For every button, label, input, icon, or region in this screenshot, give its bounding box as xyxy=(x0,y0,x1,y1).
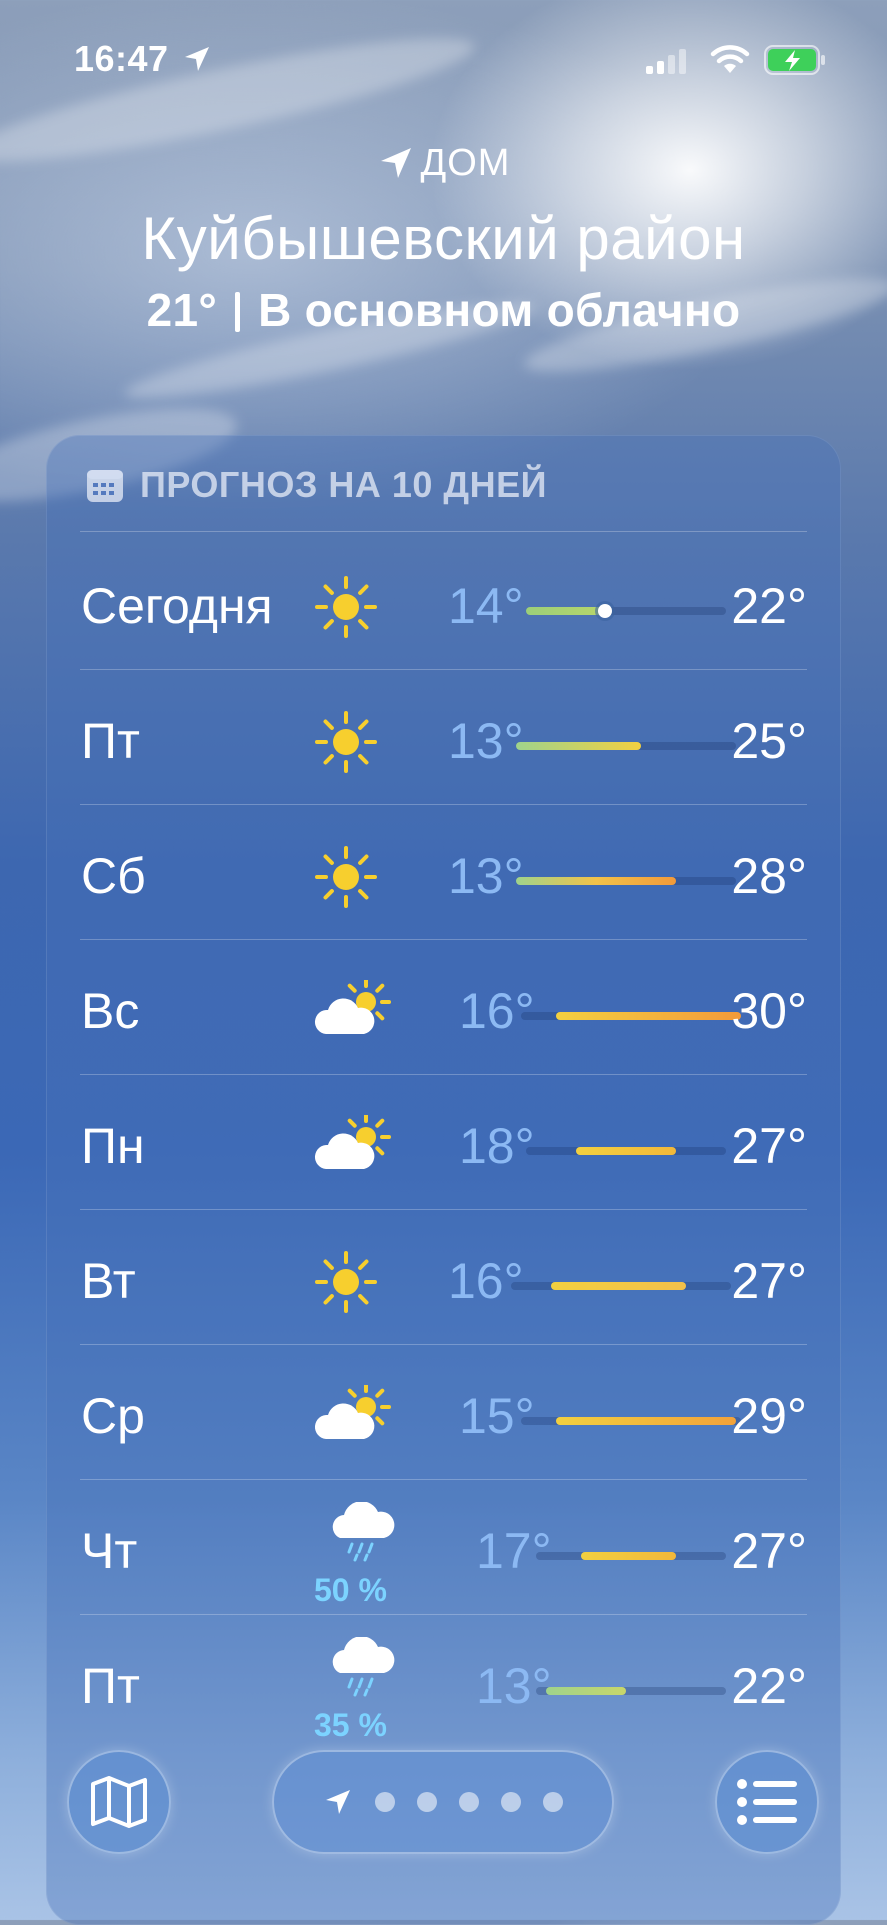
status-time: 16:47 xyxy=(74,38,169,79)
map-button[interactable] xyxy=(67,1750,171,1854)
location-arrow-icon xyxy=(185,47,209,71)
low-temp: 16° xyxy=(448,1253,524,1309)
rain-cloud-icon xyxy=(328,1501,395,1566)
temp-range-fill xyxy=(556,1012,741,1020)
temp-range-bar xyxy=(526,1147,726,1155)
current-temp-marker xyxy=(598,604,612,618)
partly-cloudy-icon xyxy=(314,1112,391,1179)
forecast-row[interactable]: Вс 16° 30° xyxy=(46,940,841,1075)
forecast-row[interactable]: Сб 13° 28° xyxy=(46,805,841,940)
temp-range-bar xyxy=(526,604,726,618)
separator xyxy=(235,292,241,332)
signal-icon xyxy=(646,49,686,74)
day-name: Пн xyxy=(81,1118,145,1174)
temp-range-bar xyxy=(536,1552,726,1560)
day-name: Сегодня xyxy=(81,578,273,634)
day-name: Пт xyxy=(81,713,140,769)
low-temp: 18° xyxy=(459,1118,535,1174)
sun-icon xyxy=(314,1250,378,1314)
location-arrow-icon xyxy=(380,148,411,178)
day-name: Чт xyxy=(81,1523,138,1579)
page-dot[interactable] xyxy=(417,1792,437,1812)
forecast-header: ПРОГНОЗ НА 10 ДНЕЙ xyxy=(86,463,547,507)
wifi-icon xyxy=(710,45,750,73)
high-temp: 30° xyxy=(731,983,807,1039)
low-temp: 17° xyxy=(476,1523,552,1579)
temp-range-bar xyxy=(521,1417,741,1425)
page-dot[interactable] xyxy=(459,1792,479,1812)
temp-range-fill xyxy=(576,1147,676,1155)
temp-range-fill xyxy=(581,1552,676,1560)
sun-icon xyxy=(314,845,378,909)
low-temp: 13° xyxy=(448,713,524,769)
condition-text: В основном облачно xyxy=(258,284,741,336)
divider xyxy=(80,531,807,532)
sun-icon xyxy=(314,575,378,639)
precipitation-chance: 50 % xyxy=(314,1572,387,1608)
temp-range-fill xyxy=(546,1687,626,1695)
temp-range-fill xyxy=(556,1417,736,1425)
day-name: Ср xyxy=(81,1388,145,1444)
location-arrow-icon[interactable] xyxy=(323,1787,353,1817)
high-temp: 27° xyxy=(731,1253,807,1309)
list-icon xyxy=(737,1779,797,1825)
status-bar: 16:47 xyxy=(0,0,887,110)
temp-range-bar xyxy=(516,877,736,885)
partly-cloudy-icon xyxy=(314,1382,391,1449)
battery-charging-icon xyxy=(764,45,825,75)
temp-range-fill xyxy=(526,607,606,615)
page-indicator[interactable] xyxy=(272,1750,614,1854)
rain-cloud-icon xyxy=(328,1636,395,1701)
temp-range-bar xyxy=(511,1282,731,1290)
forecast-row[interactable]: Пн 18° 27° xyxy=(46,1075,841,1210)
list-button[interactable] xyxy=(715,1750,819,1854)
temp-range-fill xyxy=(516,742,641,750)
high-temp: 22° xyxy=(731,1658,807,1714)
low-temp: 13° xyxy=(476,1658,552,1714)
ten-day-forecast-card[interactable]: ПРОГНОЗ НА 10 ДНЕЙ Сегодня 14° 22° Пт 13° 25°… xyxy=(46,435,841,1925)
forecast-row[interactable]: Пт 35 % 13° 22° xyxy=(46,1615,841,1749)
calendar-icon xyxy=(87,470,123,502)
partly-cloudy-icon xyxy=(314,977,391,1044)
high-temp: 27° xyxy=(731,1523,807,1579)
temp-range-bar xyxy=(536,1687,726,1695)
low-temp: 13° xyxy=(448,848,524,904)
temp-range-bar xyxy=(516,742,736,750)
temp-range-fill xyxy=(551,1282,686,1290)
city-name: Куйбышевский район xyxy=(141,205,746,272)
high-temp: 29° xyxy=(731,1388,807,1444)
location-header: ДОМ Куйбышевский район 21° В основном обл… xyxy=(0,140,887,337)
home-label: ДОМ xyxy=(420,141,511,184)
forecast-title: ПРОГНОЗ НА 10 ДНЕЙ xyxy=(140,464,547,505)
high-temp: 25° xyxy=(731,713,807,769)
day-name: Пт xyxy=(81,1658,140,1714)
low-temp: 14° xyxy=(448,578,524,634)
page-dot[interactable] xyxy=(375,1792,395,1812)
sun-icon xyxy=(314,710,378,774)
day-name: Вт xyxy=(81,1253,136,1309)
page-dot[interactable] xyxy=(501,1792,521,1812)
forecast-row[interactable]: Пт 13° 25° xyxy=(46,670,841,805)
forecast-row[interactable]: Ср 15° 29° xyxy=(46,1345,841,1480)
temp-range-bar xyxy=(521,1012,741,1020)
day-name: Сб xyxy=(81,848,146,904)
bottom-toolbar xyxy=(0,1735,887,1920)
page-dot[interactable] xyxy=(543,1792,563,1812)
forecast-row[interactable]: Сегодня 14° 22° xyxy=(46,535,841,670)
temp-range-fill xyxy=(516,877,676,885)
high-temp: 22° xyxy=(731,578,807,634)
low-temp: 16° xyxy=(459,983,535,1039)
day-name: Вс xyxy=(81,983,140,1039)
high-temp: 28° xyxy=(731,848,807,904)
forecast-row[interactable]: Вт 16° 27° xyxy=(46,1210,841,1345)
map-icon xyxy=(91,1776,147,1828)
low-temp: 15° xyxy=(459,1388,535,1444)
current-conditions: 21° В основном облачно xyxy=(0,283,887,337)
forecast-row[interactable]: Чт 50 % 17° 27° xyxy=(46,1480,841,1615)
high-temp: 27° xyxy=(731,1118,807,1174)
current-temp: 21° xyxy=(146,284,218,336)
